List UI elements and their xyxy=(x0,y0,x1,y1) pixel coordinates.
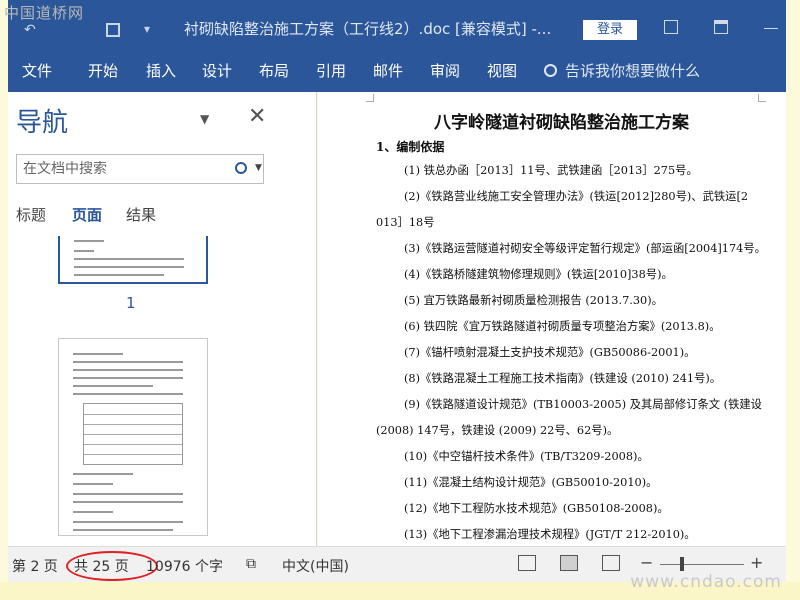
tab-review[interactable]: 审阅 xyxy=(430,60,460,81)
proofing-icon[interactable]: ⧉ xyxy=(246,556,256,572)
restore-icon[interactable] xyxy=(714,20,728,34)
pane-options-icon[interactable]: ▼ xyxy=(200,112,209,126)
document-line: (6) 铁四院《宜万铁路隧道衬砌质量专项整治方案》(2013.8)。 xyxy=(404,320,721,333)
save-icon[interactable] xyxy=(106,23,120,37)
document-line: (2)《铁路营业线施工安全管理办法》(铁运[2012]280号)、武铁运[2 xyxy=(404,190,749,203)
document-body: (1) 铁总办函［2013］11号、武铁建函［2013］275号。 (2)《铁路营… xyxy=(376,158,770,546)
watermark-top: 中国道桥网 xyxy=(4,4,85,22)
page-thumbnail-2[interactable] xyxy=(58,338,208,536)
document-line: (9)《铁路隧道设计规范》(TB10003-2005) 及其局部修订条文 (铁建… xyxy=(404,398,762,411)
word-count[interactable]: 10976 个字 xyxy=(146,556,223,576)
document-line: (12)《地下工程防水技术规范》(GB50108-2008)。 xyxy=(404,502,669,515)
tab-file[interactable]: 文件 xyxy=(22,60,52,81)
title-bar: ↶ ▾ 衬砌缺陷整治施工方案（工行线2）.doc [兼容模式] -... 登录 xyxy=(8,0,786,48)
zoom-out-icon[interactable]: − xyxy=(640,553,653,572)
minimize-icon[interactable] xyxy=(764,28,778,29)
undo-icon[interactable]: ↶ xyxy=(24,22,36,38)
search-dropdown-icon[interactable]: ▼ xyxy=(255,163,262,173)
margin-mark xyxy=(758,94,766,102)
tab-results[interactable]: 结果 xyxy=(126,204,156,225)
thumbnail-page-number: 1 xyxy=(126,294,136,312)
page-indicator[interactable]: 第 2 页 xyxy=(12,556,58,576)
document-line: (2008) 147号，铁建设 (2009) 22号、62号)。 xyxy=(376,424,619,437)
margin-mark xyxy=(366,94,374,102)
watermark-bottom: www.cndao.com xyxy=(630,572,782,592)
read-mode-icon[interactable] xyxy=(518,555,536,571)
tab-pages[interactable]: 页面 xyxy=(72,204,102,225)
document-page[interactable]: 八字岭隧道衬砌缺陷整治施工方案 1、编制依据 (1) 铁总办函［2013］11号… xyxy=(318,92,786,546)
close-icon[interactable]: ✕ xyxy=(248,104,266,129)
search-box[interactable]: ▼ xyxy=(16,154,264,184)
document-title: 衬砌缺陷整治施工方案（工行线2）.doc [兼容模式] -... xyxy=(184,20,552,38)
print-layout-icon[interactable] xyxy=(560,555,578,571)
document-line: 013］18号 xyxy=(376,216,435,229)
document-line: (8)《铁路混凝土工程施工技术指南》(铁建设 (2010) 241号)。 xyxy=(404,372,722,385)
zoom-slider[interactable] xyxy=(660,564,744,565)
zoom-slider-thumb[interactable] xyxy=(680,557,684,571)
document-line: (11)《混凝土结构设计规范》(GB50010-2010)。 xyxy=(404,476,658,489)
language-indicator[interactable]: 中文(中国) xyxy=(282,556,349,576)
tab-references[interactable]: 引用 xyxy=(316,60,346,81)
navigation-title: 导航 xyxy=(16,108,69,138)
tell-me-text: 告诉我你想要做什么 xyxy=(565,62,701,80)
login-button[interactable]: 登录 xyxy=(583,20,637,40)
document-line: (13)《地下工程渗漏治理技术规程》(JGT/T 212-2010)。 xyxy=(404,528,696,541)
document-heading: 八字岭隧道衬砌缺陷整治施工方案 xyxy=(434,113,689,133)
web-layout-icon[interactable] xyxy=(602,555,620,571)
tab-layout[interactable]: 布局 xyxy=(259,60,289,81)
search-icon[interactable] xyxy=(235,162,247,174)
tab-home[interactable]: 开始 xyxy=(88,60,118,81)
highlight-circle xyxy=(66,551,158,581)
page-thumbnail-1[interactable] xyxy=(58,236,208,284)
navigation-pane: 导航 ▼ ✕ ▼ 标题 页面 结果 1 xyxy=(8,92,317,546)
tab-view[interactable]: 视图 xyxy=(487,60,517,81)
section-heading: 1、编制依据 xyxy=(376,140,445,154)
tab-mailings[interactable]: 邮件 xyxy=(373,60,403,81)
ribbon-tabs: 文件 开始 插入 设计 布局 引用 邮件 审阅 视图 告诉我你想要做什么 xyxy=(8,48,786,92)
document-line: (7)《锚杆喷射混凝土支护技术规范》(GB50086-2001)。 xyxy=(404,346,696,359)
lightbulb-search-icon xyxy=(544,64,557,77)
tab-design[interactable]: 设计 xyxy=(202,60,232,81)
search-input[interactable] xyxy=(23,161,223,177)
document-line: (10)《中空锚杆技术条件》(TB/T3209-2008)。 xyxy=(404,450,649,463)
document-line: (3)《铁路运营隧道衬砌安全等级评定暂行规定》(部运函[2004]174号。 xyxy=(404,242,766,255)
ribbon-display-icon[interactable] xyxy=(664,20,678,34)
zoom-in-icon[interactable]: + xyxy=(750,553,763,572)
tab-headings[interactable]: 标题 xyxy=(16,204,46,225)
document-line: (5) 宜万铁路最新衬砌质量检测报告 (2013.7.30)。 xyxy=(404,294,663,307)
tell-me-box[interactable]: 告诉我你想要做什么 xyxy=(544,60,700,81)
quick-access-dropdown-icon[interactable]: ▾ xyxy=(144,22,150,36)
document-line: (4)《铁路桥隧建筑物修理规则》(铁运[2010]38号)。 xyxy=(404,268,673,281)
document-line: (1) 铁总办函［2013］11号、武铁建函［2013］275号。 xyxy=(404,164,698,177)
tab-insert[interactable]: 插入 xyxy=(146,60,176,81)
